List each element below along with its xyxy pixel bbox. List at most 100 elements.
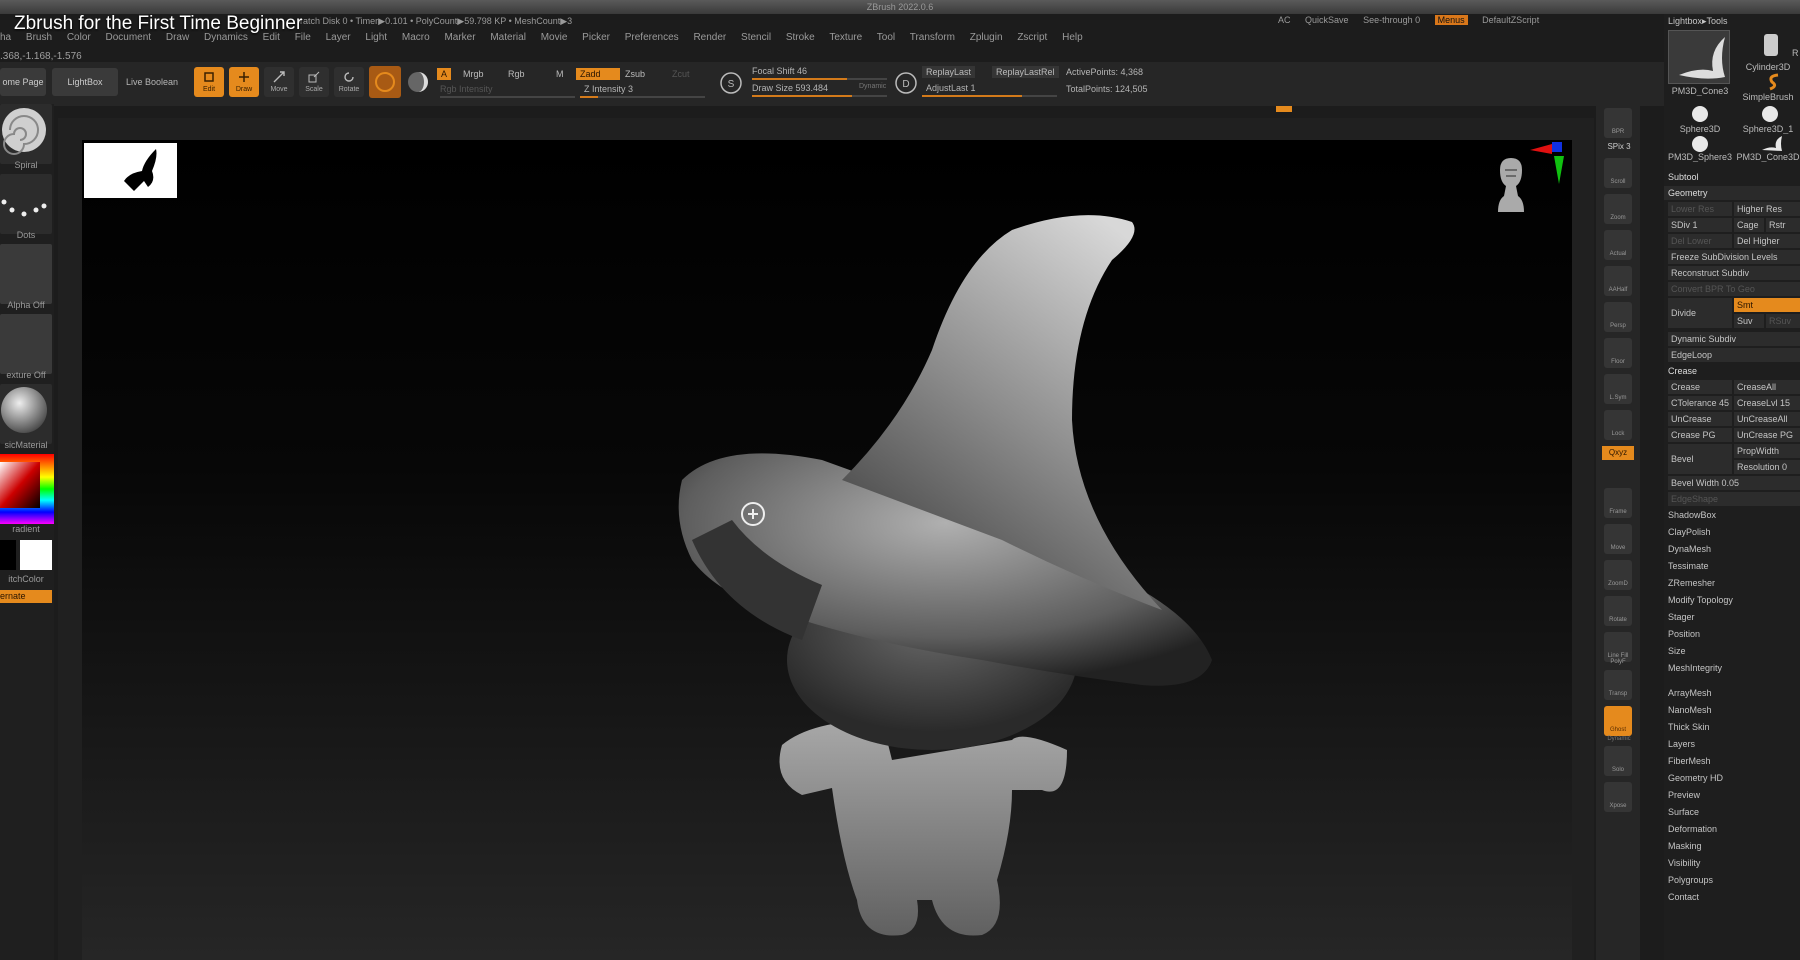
geo-item-tessimate[interactable]: Tessimate — [1668, 559, 1709, 573]
zoom-button[interactable]: Zoom — [1604, 194, 1632, 224]
rsuv-toggle[interactable]: RSuv — [1766, 314, 1800, 328]
material-sphere-icon[interactable] — [406, 70, 430, 94]
material-thumbnail[interactable] — [0, 384, 52, 444]
focal-shift-slider[interactable]: Focal Shift 46 — [752, 66, 807, 76]
section-thick-skin[interactable]: Thick Skin — [1668, 720, 1710, 734]
rotate-view-button[interactable]: Rotate — [1604, 596, 1632, 626]
section-geometry-hd[interactable]: Geometry HD — [1668, 771, 1723, 785]
geo-item-dynamesh[interactable]: DynaMesh — [1668, 542, 1711, 556]
body-mesh[interactable] — [779, 720, 1068, 936]
draw-size-slider[interactable]: Draw Size 593.484 — [752, 83, 828, 93]
a-toggle[interactable]: A — [437, 68, 452, 80]
section-nanomesh[interactable]: NanoMesh — [1668, 703, 1712, 717]
s-brush-size-icon[interactable]: S — [718, 70, 744, 96]
menu-tool[interactable]: Tool — [877, 32, 895, 43]
scale-tool-button[interactable]: Scale — [299, 67, 329, 97]
cage-button[interactable]: Cage — [1734, 218, 1764, 232]
menu-document[interactable]: Document — [106, 32, 152, 43]
lower-res-button[interactable]: Lower Res — [1668, 202, 1732, 216]
geometry-section[interactable]: Geometry — [1668, 186, 1708, 200]
rotate-tool-button[interactable]: Rotate — [334, 67, 364, 97]
polyframe-button[interactable]: Line Fill PolyF — [1604, 632, 1632, 665]
higher-res-button[interactable]: Higher Res — [1734, 202, 1800, 216]
simplebrush-icon[interactable] — [1764, 72, 1784, 92]
alpha-thumbnail[interactable] — [0, 244, 52, 304]
adjust-last-track[interactable] — [922, 95, 1057, 97]
crease-button[interactable]: Crease — [1668, 380, 1732, 394]
m-toggle[interactable]: M — [552, 68, 568, 80]
menu-dynamics[interactable]: Dynamics — [204, 32, 248, 43]
dynamic-toggle[interactable]: Dynamic — [859, 83, 886, 90]
sphere3d-1-icon[interactable] — [1760, 104, 1780, 124]
menu-transform[interactable]: Transform — [910, 32, 955, 43]
actual-button[interactable]: Actual — [1604, 230, 1632, 260]
sphere3d-icon[interactable] — [1690, 104, 1710, 124]
crease-pg-button[interactable]: Crease PG — [1668, 428, 1732, 442]
menu-stroke[interactable]: Stroke — [786, 32, 815, 43]
convert-bpr-button[interactable]: Convert BPR To Geo — [1668, 282, 1800, 296]
menu-alpha[interactable]: ha — [0, 32, 11, 43]
uncrease-pg-button[interactable]: UnCrease PG — [1734, 428, 1800, 442]
freeze-subdiv-button[interactable]: Freeze SubDivision Levels — [1668, 250, 1800, 264]
d-lazy-icon[interactable]: D — [893, 70, 919, 96]
menu-zplugin[interactable]: Zplugin — [970, 32, 1003, 43]
section-layers[interactable]: Layers — [1668, 737, 1695, 751]
scroll-button[interactable]: Scroll — [1604, 158, 1632, 188]
replay-last-rel-button[interactable]: ReplayLastRel — [992, 66, 1059, 78]
menu-edit[interactable]: Edit — [263, 32, 280, 43]
axis-gizmo-icon[interactable] — [1528, 140, 1566, 188]
ghost-button[interactable]: Ghost — [1604, 706, 1632, 736]
bevel-width-slider[interactable]: Bevel Width 0.05 — [1668, 476, 1800, 490]
live-boolean-button[interactable]: Live Boolean — [126, 77, 178, 87]
menu-help[interactable]: Help — [1062, 32, 1083, 43]
edgeloop-section[interactable]: EdgeLoop — [1668, 348, 1800, 362]
geo-item-stager[interactable]: Stager — [1668, 610, 1695, 624]
menu-color[interactable]: Color — [67, 32, 91, 43]
pm3d-sphere-icon[interactable] — [1690, 134, 1710, 154]
section-visibility[interactable]: Visibility — [1668, 856, 1700, 870]
home-page-button[interactable]: ome Page — [0, 68, 46, 96]
menu-picker[interactable]: Picker — [582, 32, 610, 43]
lock-button[interactable]: Lock — [1604, 410, 1632, 440]
geo-item-modify-topology[interactable]: Modify Topology — [1668, 593, 1733, 607]
menu-macro[interactable]: Macro — [402, 32, 430, 43]
section-arraymesh[interactable]: ArrayMesh — [1668, 686, 1712, 700]
texture-thumbnail[interactable] — [0, 314, 52, 374]
menu-zscript[interactable]: Zscript — [1017, 32, 1047, 43]
move-tool-button[interactable]: Move — [264, 67, 294, 97]
see-through-slider[interactable]: See-through 0 — [1363, 15, 1420, 25]
bpr-render-button[interactable]: BPR — [1604, 108, 1632, 138]
zadd-toggle[interactable]: Zadd — [576, 68, 620, 80]
section-masking[interactable]: Masking — [1668, 839, 1702, 853]
xpose-button[interactable]: Xpose — [1604, 782, 1632, 812]
suv-toggle[interactable]: Suv — [1734, 314, 1764, 328]
smt-toggle[interactable]: Smt — [1734, 298, 1800, 312]
del-higher-button[interactable]: Del Higher — [1734, 234, 1800, 248]
mrgb-toggle[interactable]: Mrgb — [459, 68, 488, 80]
brush-preview-button[interactable] — [369, 66, 401, 98]
divide-button[interactable]: Divide — [1668, 298, 1732, 328]
menu-marker[interactable]: Marker — [444, 32, 475, 43]
pm3d-cone-icon[interactable] — [1760, 134, 1784, 154]
secondary-color-swatch[interactable] — [0, 540, 16, 570]
menu-material[interactable]: Material — [490, 32, 526, 43]
menu-render[interactable]: Render — [693, 32, 726, 43]
stroke-thumbnail[interactable] — [0, 174, 52, 234]
edit-tool-button[interactable]: Edit — [194, 67, 224, 97]
resolution-slider[interactable]: Resolution 0 — [1734, 460, 1800, 474]
reconstruct-subdiv-button[interactable]: Reconstruct Subdiv — [1668, 266, 1800, 280]
menu-layer[interactable]: Layer — [326, 32, 351, 43]
menu-brush[interactable]: Brush — [26, 32, 52, 43]
rgb-intensity-slider[interactable]: Rgb Intensity — [440, 84, 493, 94]
floor-button[interactable]: Floor — [1604, 338, 1632, 368]
switch-color-label[interactable]: itchColor — [0, 574, 52, 584]
rstr-button[interactable]: Rstr — [1766, 218, 1800, 232]
replay-last-button[interactable]: ReplayLast — [922, 66, 976, 78]
section-contact[interactable]: Contact — [1668, 890, 1699, 904]
r-button[interactable]: R — [1792, 48, 1799, 58]
focal-shift-track[interactable] — [752, 78, 887, 80]
geo-item-claypolish[interactable]: ClayPolish — [1668, 525, 1711, 539]
rgb-toggle[interactable]: Rgb — [504, 68, 529, 80]
quicksave-button[interactable]: QuickSave — [1305, 15, 1349, 25]
menus-toggle[interactable]: Menus — [1434, 15, 1468, 25]
